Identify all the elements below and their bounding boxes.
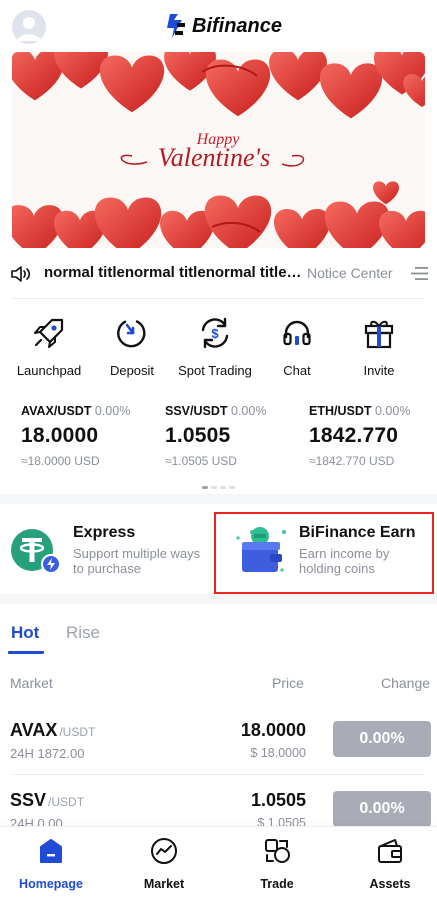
action-label: Invite bbox=[363, 363, 395, 378]
action-label: Chat bbox=[283, 363, 311, 378]
ticker-change: 0.00% bbox=[374, 404, 411, 418]
market-chart-icon bbox=[151, 838, 177, 864]
action-deposit[interactable]: Deposit bbox=[87, 316, 177, 378]
nav-trade[interactable]: Trade bbox=[232, 837, 322, 891]
column-price: Price bbox=[272, 675, 304, 691]
list-menu-icon[interactable] bbox=[411, 266, 428, 281]
user-avatar-icon[interactable] bbox=[12, 10, 46, 44]
row-volume: 24H 1872.00 bbox=[10, 746, 85, 761]
ticker-pair: AVAX/USDT bbox=[21, 404, 92, 418]
earn-highlight-box bbox=[214, 512, 434, 594]
ticker-usd: ≈1842.770 USD bbox=[309, 454, 395, 468]
ticker-pair: ETH/USDT bbox=[309, 404, 372, 418]
carousel-indicator bbox=[202, 486, 235, 489]
ticker-change: 0.00% bbox=[94, 404, 131, 418]
express-title: Express bbox=[73, 524, 136, 541]
rocket-icon bbox=[34, 318, 64, 348]
row-fiat-price: $ 18.0000 bbox=[250, 746, 306, 760]
home-icon bbox=[40, 839, 62, 863]
banner-valentine-text: Valentine's bbox=[158, 143, 270, 172]
ticker-usd: ≈18.0000 USD bbox=[21, 454, 100, 468]
express-card[interactable]: Express Support multiple ways to purchas… bbox=[0, 506, 214, 594]
action-launchpad[interactable]: Launchpad bbox=[4, 316, 94, 378]
deposit-icon bbox=[117, 320, 146, 348]
row-symbol: SSV bbox=[10, 790, 47, 810]
action-label: Spot Trading bbox=[178, 363, 252, 378]
app-header: Bifinance bbox=[0, 0, 437, 52]
action-invite[interactable]: Invite bbox=[334, 316, 424, 378]
section-separator bbox=[0, 494, 437, 504]
ticker-card[interactable]: AVAX/USDT 0.00% 18.0000 ≈18.0000 USD bbox=[21, 404, 161, 468]
carousel-dot bbox=[211, 486, 217, 489]
action-chat[interactable]: Chat bbox=[252, 316, 342, 378]
ticker-price: 1.0505 bbox=[165, 424, 231, 447]
carousel-dot bbox=[202, 486, 208, 489]
tether-express-icon bbox=[11, 529, 60, 574]
notice-bar[interactable]: normal titlenormal titlenormal titlenorm… bbox=[0, 258, 437, 290]
divider bbox=[12, 774, 425, 775]
row-change-badge[interactable]: 0.00% bbox=[333, 791, 431, 827]
notice-title[interactable]: normal titlenormal titlenormal titlenorm… bbox=[44, 264, 302, 281]
ticker-usd: ≈1.0505 USD bbox=[165, 454, 237, 468]
brand-name: Bifinance bbox=[192, 14, 283, 37]
wallet-icon bbox=[378, 839, 402, 863]
gift-icon bbox=[364, 320, 394, 349]
action-spot-trading[interactable]: $ Spot Trading bbox=[170, 316, 260, 378]
ticker-card[interactable]: ETH/USDT 0.00% 1842.770 ≈1842.770 USD bbox=[309, 404, 437, 468]
trade-icon bbox=[265, 839, 290, 863]
market-row[interactable]: AVAX/USDT 24H 1872.00 18.0000 $ 18.0000 … bbox=[0, 720, 437, 788]
tab-hot[interactable]: Hot bbox=[11, 623, 39, 643]
column-market: Market bbox=[10, 675, 53, 691]
spot-trading-icon: $ bbox=[201, 317, 229, 349]
row-change-badge[interactable]: 0.00% bbox=[333, 721, 431, 757]
section-separator bbox=[0, 594, 437, 604]
brand-logo: Bifinance bbox=[164, 12, 282, 40]
carousel-dot bbox=[220, 486, 226, 489]
ticker-price: 18.0000 bbox=[21, 424, 99, 447]
nav-label: Homepage bbox=[19, 877, 83, 891]
notice-center-link[interactable]: Notice Center bbox=[307, 265, 393, 281]
quick-actions: Launchpad Deposit $ Spot Trading Chat In… bbox=[0, 316, 437, 378]
row-quote: /USDT bbox=[59, 725, 96, 739]
ticker-change: 0.00% bbox=[231, 404, 267, 418]
nav-label: Trade bbox=[260, 877, 294, 891]
nav-label: Assets bbox=[369, 877, 411, 891]
tab-rise[interactable]: Rise bbox=[66, 623, 100, 643]
headset-icon bbox=[283, 320, 311, 346]
nav-homepage[interactable]: Homepage bbox=[6, 837, 96, 891]
ticker-pair: SSV/USDT bbox=[165, 404, 228, 418]
action-label: Deposit bbox=[109, 363, 155, 378]
bifinance-logo-icon bbox=[167, 14, 185, 38]
divider bbox=[12, 298, 425, 299]
row-price: 18.0000 bbox=[240, 720, 306, 740]
promo-banner[interactable]: Happy Valentine's bbox=[12, 52, 425, 248]
nav-label: Market bbox=[143, 877, 185, 891]
express-subtitle: Support multiple ways bbox=[73, 546, 201, 561]
ticker-carousel[interactable]: AVAX/USDT 0.00% 18.0000 ≈18.0000 USD SSV… bbox=[0, 404, 437, 474]
bottom-nav: Homepage Market Trade Assets bbox=[0, 826, 437, 900]
ticker-price: 1842.770 bbox=[309, 424, 399, 447]
active-tab-indicator bbox=[8, 651, 44, 654]
action-label: Launchpad bbox=[16, 363, 82, 378]
svg-text:$: $ bbox=[211, 326, 219, 341]
row-quote: /USDT bbox=[48, 795, 85, 809]
ticker-card[interactable]: SSV/USDT 0.00% 1.0505 ≈1.0505 USD bbox=[165, 404, 305, 468]
express-subtitle: to purchase bbox=[73, 561, 141, 576]
nav-assets[interactable]: Assets bbox=[345, 837, 435, 891]
column-change: Change bbox=[381, 675, 431, 691]
speaker-icon bbox=[11, 266, 31, 282]
carousel-dot bbox=[229, 486, 235, 489]
row-price: 1.0505 bbox=[250, 790, 306, 810]
nav-market[interactable]: Market bbox=[119, 837, 209, 891]
row-symbol: AVAX bbox=[10, 720, 58, 740]
